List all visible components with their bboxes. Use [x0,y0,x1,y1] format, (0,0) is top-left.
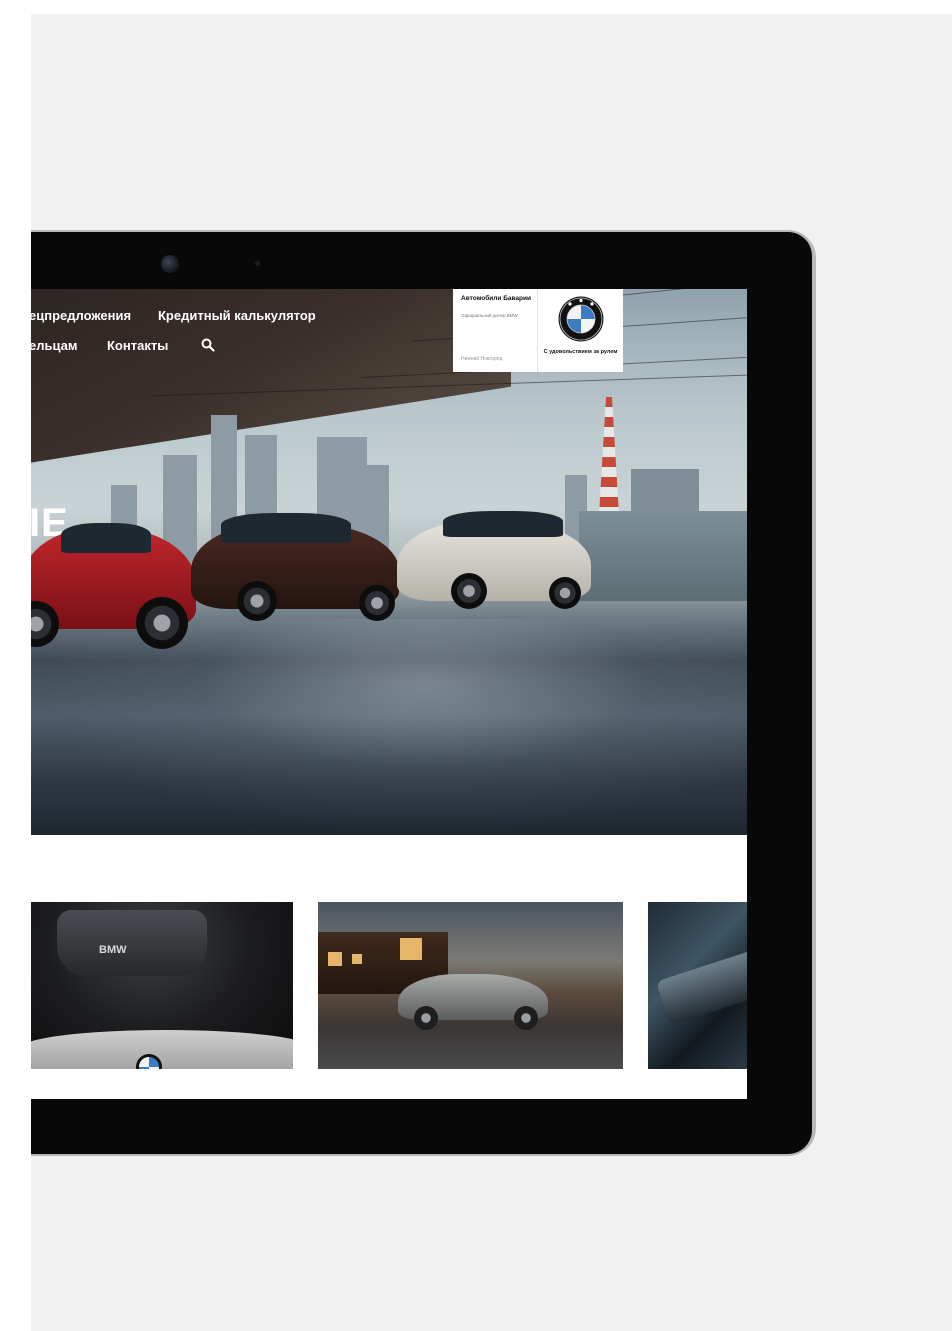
nav-link-contacts[interactable]: Контакты [107,338,168,353]
interior-detail [655,944,747,1026]
dealer-info-block[interactable]: Автомобили Баварии Официальный дилер BMW… [453,289,538,372]
brand-slogan: С удовольствием за рулем [543,349,618,355]
red-suv-coupe [31,509,201,659]
thumbnail-sedan[interactable] [318,902,623,1069]
radio-tower [599,397,619,515]
hood-edge [31,1030,293,1069]
thumbnail-engine[interactable]: BMW [31,902,293,1069]
engine-cover [57,910,207,976]
tablet-frame: IE ецпредложения Кредитный калькулятор е… [31,232,812,1154]
fence-wall [579,511,747,601]
dealer-name: Автомобили Баварии [461,295,531,302]
engine-cover-label: BMW [99,944,127,956]
search-icon[interactable] [201,338,215,352]
website-screen: IE ецпредложения Кредитный калькулятор е… [31,289,747,1099]
silver-suv [397,511,593,621]
nav-link-special-offers[interactable]: ецпредложения [31,308,131,323]
dark-brown-suv [191,509,401,634]
thumbnail-interior[interactable] [648,902,747,1069]
brand-logo-block[interactable]: С удовольствием за рулем [538,289,623,372]
dealer-city: Нижний Новгород [461,356,503,362]
presentation-background: IE ецпредложения Кредитный калькулятор е… [31,14,952,1331]
dealer-subtitle: Официальный дилер BMW [461,313,518,318]
bmw-roundel-icon [558,296,604,342]
nav-link-owners[interactable]: ельцам [31,338,77,353]
nav-link-credit-calculator[interactable]: Кредитный калькулятор [158,308,316,323]
front-camera-icon [161,255,179,273]
sensor-dot [255,261,260,266]
hero-banner: IE ецпредложения Кредитный калькулятор е… [31,289,747,835]
sedan-wheel [414,1006,438,1030]
sedan-wheel [514,1006,538,1030]
